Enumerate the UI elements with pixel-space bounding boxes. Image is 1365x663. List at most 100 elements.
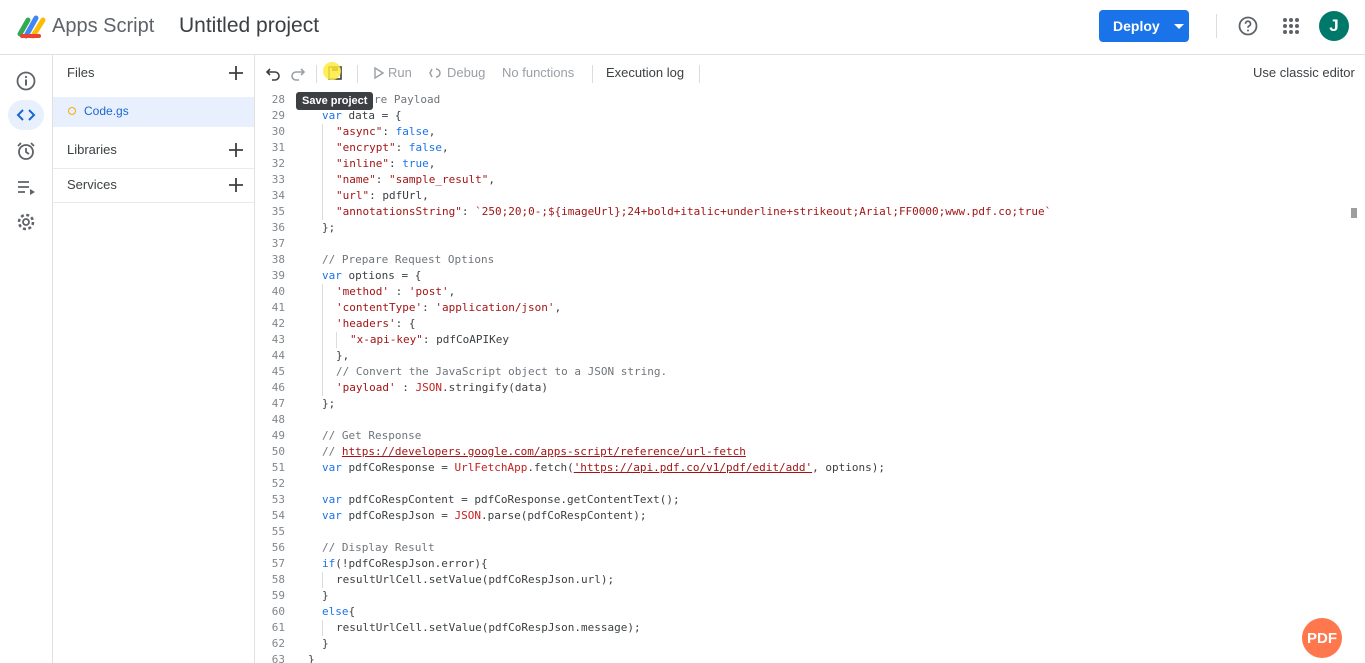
- line-number: 45: [271, 365, 285, 378]
- file-item-code-gs[interactable]: Code.gs: [53, 97, 254, 127]
- line-number: 31: [271, 141, 285, 154]
- code-text: re Payload: [374, 93, 441, 106]
- code-line[interactable]: 35 "annotationsString": `250;20;0-;${imag…: [255, 204, 1365, 220]
- code-text: var pdfCoRespContent = pdfCoResponse.get…: [322, 493, 680, 506]
- line-number: 35: [271, 205, 285, 218]
- code-line[interactable]: 34 "url": pdfUrl,: [255, 188, 1365, 204]
- code-line[interactable]: 53 var pdfCoRespContent = pdfCoResponse.g…: [255, 492, 1365, 508]
- avatar[interactable]: J: [1319, 11, 1349, 41]
- code-line[interactable]: 58 resultUrlCell.setValue(pdfCoRespJson.u…: [255, 572, 1365, 588]
- top-bar: Apps Script Untitled project Deploy J: [0, 0, 1365, 55]
- project-title[interactable]: Untitled project: [179, 14, 319, 38]
- code-line[interactable]: 28 re Payload: [255, 92, 1365, 108]
- code-text: 'headers': {: [336, 317, 416, 330]
- scrollbar[interactable]: [1351, 208, 1357, 218]
- function-select[interactable]: No functions: [502, 65, 574, 80]
- run-play-icon: [374, 67, 384, 79]
- code-text: "x-api-key": pdfCoAPIKey: [350, 333, 509, 346]
- redo-icon[interactable]: [290, 65, 306, 81]
- code-text: // https://developers.google.com/apps-sc…: [322, 445, 746, 458]
- code-line[interactable]: 50 // https://developers.google.com/apps-…: [255, 444, 1365, 460]
- code-line[interactable]: 60 else{: [255, 604, 1365, 620]
- code-line[interactable]: 39 var options = {: [255, 268, 1365, 284]
- code-line[interactable]: 30 "async": false,: [255, 124, 1365, 140]
- code-line[interactable]: 37: [255, 236, 1365, 252]
- code-text: // Display Result: [322, 541, 435, 554]
- google-apps-icon[interactable]: [1282, 17, 1300, 35]
- code-line[interactable]: 51 var pdfCoResponse = UrlFetchApp.fetch(…: [255, 460, 1365, 476]
- line-number: 55: [271, 525, 285, 538]
- code-line[interactable]: 57 if(!pdfCoRespJson.error){: [255, 556, 1365, 572]
- classic-editor-link[interactable]: Use classic editor: [1253, 65, 1355, 80]
- code-line[interactable]: 31 "encrypt": false,: [255, 140, 1365, 156]
- indent-guide: [322, 172, 323, 188]
- code-text: "annotationsString": `250;20;0-;${imageU…: [336, 205, 1052, 218]
- apps-script-logo-icon[interactable]: [17, 12, 47, 40]
- code-line[interactable]: 47};: [255, 396, 1365, 412]
- line-number: 51: [271, 461, 285, 474]
- code-text: "inline": true,: [336, 157, 436, 170]
- code-text: resultUrlCell.setValue(pdfCoRespJson.mes…: [336, 621, 641, 634]
- help-icon[interactable]: [1238, 16, 1258, 36]
- code-text: var options = {: [322, 269, 422, 282]
- code-line[interactable]: 56 // Display Result: [255, 540, 1365, 556]
- code-line[interactable]: 48: [255, 412, 1365, 428]
- code-text: "name": "sample_result",: [336, 173, 495, 186]
- execution-log-button[interactable]: Execution log: [606, 65, 684, 80]
- code-line[interactable]: 42 'headers': {: [255, 316, 1365, 332]
- indent-guide: [322, 140, 323, 156]
- code-line[interactable]: 41 'contentType': 'application/json',: [255, 300, 1365, 316]
- line-number: 53: [271, 493, 285, 506]
- add-service-plus-icon[interactable]: [228, 177, 244, 193]
- services-heading: Services: [67, 177, 117, 192]
- undo-icon[interactable]: [265, 65, 281, 81]
- code-line[interactable]: 63}: [255, 652, 1365, 663]
- code-line[interactable]: 32 "inline": true,: [255, 156, 1365, 172]
- file-name: Code.gs: [84, 104, 129, 118]
- code-line[interactable]: 29 var data = {: [255, 108, 1365, 124]
- add-file-plus-icon[interactable]: [228, 65, 244, 81]
- code-text: else{: [322, 605, 356, 618]
- code-line[interactable]: 61 resultUrlCell.setValue(pdfCoRespJson.m…: [255, 620, 1365, 636]
- code-text: "encrypt": false,: [336, 141, 449, 154]
- code-text: "url": pdfUrl,: [336, 189, 429, 202]
- code-line[interactable]: 52: [255, 476, 1365, 492]
- code-text: "async": false,: [336, 125, 436, 138]
- line-number: 62: [271, 637, 285, 650]
- overview-icon[interactable]: [14, 69, 38, 93]
- triggers-alarm-icon[interactable]: [14, 139, 38, 163]
- code-line[interactable]: 62}: [255, 636, 1365, 652]
- run-button[interactable]: Run: [388, 65, 412, 80]
- code-text: };: [322, 397, 336, 410]
- code-line[interactable]: 46 'payload' : JSON.stringify(data): [255, 380, 1365, 396]
- app-name[interactable]: Apps Script: [52, 15, 154, 38]
- code-line[interactable]: 40 'method' : 'post',: [255, 284, 1365, 300]
- code-line[interactable]: 55: [255, 524, 1365, 540]
- code-editor[interactable]: 28 re Payload 29 var data = {30 "async": fal…: [255, 91, 1365, 663]
- indent-guide: [322, 572, 323, 588]
- line-number: 47: [271, 397, 285, 410]
- code-text: }: [308, 653, 315, 663]
- code-line[interactable]: 43 "x-api-key": pdfCoAPIKey: [255, 332, 1365, 348]
- debug-button[interactable]: Debug: [447, 65, 485, 80]
- code-line[interactable]: 49 // Get Response: [255, 428, 1365, 444]
- line-number: 28: [271, 93, 285, 106]
- line-number: 42: [271, 317, 285, 330]
- executions-icon[interactable]: [14, 175, 38, 199]
- add-library-plus-icon[interactable]: [228, 142, 244, 158]
- code-line[interactable]: 44},: [255, 348, 1365, 364]
- indent-guide: [322, 380, 323, 396]
- divider: [592, 65, 593, 83]
- settings-gear-icon[interactable]: [14, 210, 38, 234]
- divider: [53, 168, 254, 169]
- code-line[interactable]: 45 // Convert the JavaScript object to a …: [255, 364, 1365, 380]
- code-line[interactable]: 36};: [255, 220, 1365, 236]
- deploy-button[interactable]: Deploy: [1099, 10, 1189, 42]
- indent-guide: [322, 620, 323, 636]
- line-number: 52: [271, 477, 285, 490]
- code-line[interactable]: 33 "name": "sample_result",: [255, 172, 1365, 188]
- code-line[interactable]: 54 var pdfCoRespJson = JSON.parse(pdfCoRe…: [255, 508, 1365, 524]
- code-line[interactable]: 38 // Prepare Request Options: [255, 252, 1365, 268]
- editor-icon[interactable]: [8, 100, 44, 130]
- code-line[interactable]: 59}: [255, 588, 1365, 604]
